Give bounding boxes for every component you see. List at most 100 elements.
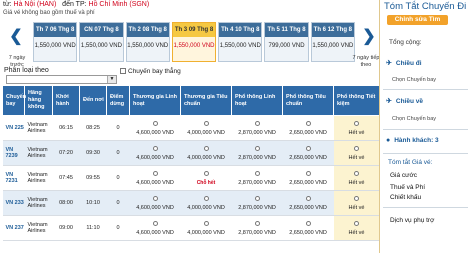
fare-price: 2,650,000 VND <box>289 154 327 161</box>
fare-cell[interactable]: 2,650,000 VND <box>282 115 334 141</box>
fare-cell[interactable]: 4,600,000 VND <box>129 115 181 141</box>
flight-results-panel: từ: Hà Nội (HAN) đến TP: Hồ Chí Minh (SG… <box>0 0 380 253</box>
date-card[interactable]: Th 4 10 Thg 8 1,550,000 VND <box>218 22 263 62</box>
fare-cell[interactable]: Chỗ hết <box>180 165 232 191</box>
fare-radio[interactable] <box>305 220 311 226</box>
fare-cell[interactable]: 2,870,000 VND <box>231 115 283 141</box>
fare-cell[interactable]: 4,600,000 VND <box>129 140 181 166</box>
column-header: Hãng hàng không <box>24 85 53 116</box>
fare-radio[interactable] <box>305 120 311 126</box>
return-section: ✈ Chiều về <box>386 97 423 105</box>
fare-cell[interactable]: 2,870,000 VND <box>231 190 283 216</box>
direct-flight-checkbox[interactable]: Chuyến bay thẳng <box>120 68 181 75</box>
fare-cell[interactable]: 4,600,000 VND <box>129 190 181 216</box>
fare-radio[interactable] <box>305 170 311 176</box>
airline-name: Vietnam Airlines <box>24 165 53 191</box>
fare-radio[interactable] <box>152 145 158 151</box>
fare-cell[interactable]: 2,650,000 VND <box>282 140 334 166</box>
fare-price: 2,650,000 VND <box>289 179 327 186</box>
date-card[interactable]: CN 07 Thg 8 1,550,000 VND <box>79 22 124 62</box>
fare-price: 4,000,000 VND <box>187 129 225 136</box>
fare-radio[interactable] <box>203 195 209 201</box>
fare-cell[interactable]: Hết vé <box>333 165 380 191</box>
fare-cell[interactable]: 4,600,000 VND <box>129 215 181 241</box>
fare-radio[interactable] <box>305 195 311 201</box>
passengers-count: Hành khách: 3 <box>394 137 439 144</box>
fare-radio[interactable] <box>254 145 260 151</box>
fare-cell[interactable]: 2,870,000 VND <box>231 165 283 191</box>
fare-cell[interactable]: 4,600,000 VND <box>129 165 181 191</box>
date-price: 1,550,000 VND <box>127 43 169 49</box>
fare-cell[interactable]: 4,000,000 VND <box>180 190 232 216</box>
fare-radio[interactable] <box>354 145 359 151</box>
fare-radio[interactable] <box>254 120 260 126</box>
fare-price: 2,870,000 VND <box>238 129 276 136</box>
divider <box>383 129 468 130</box>
arrival-time: 08:25 <box>79 115 107 141</box>
route-info: từ: Hà Nội (HAN) đến TP: Hồ Chí Minh (SG… <box>3 1 149 8</box>
fare-price: 4,000,000 VND <box>187 154 225 161</box>
fare-radio[interactable] <box>305 145 311 151</box>
date-card[interactable]: Th 3 09 Thg 8 1,550,000 VND <box>171 22 217 62</box>
fare-cell[interactable]: Hết vé <box>333 215 380 241</box>
fare-radio[interactable] <box>354 170 359 176</box>
flight-number: VN 7231 <box>2 165 25 191</box>
fare-radio[interactable] <box>254 170 260 176</box>
date-price: 1,550,000 VND <box>173 43 215 49</box>
fare-cell[interactable]: 2,870,000 VND <box>231 140 283 166</box>
airline-name: Vietnam Airlines <box>24 190 53 216</box>
edit-search-button[interactable]: Chỉnh sửa Tìm kiếm <box>387 15 448 33</box>
fare-radio[interactable] <box>152 120 158 126</box>
fare-price: 2,650,000 VND <box>289 204 327 211</box>
date-label: Th 4 10 Thg 8 <box>219 23 262 37</box>
stops-count: 0 <box>106 115 130 141</box>
fare-cell[interactable]: 4,000,000 VND <box>180 115 232 141</box>
fare-radio[interactable] <box>203 220 209 226</box>
fare-radio[interactable] <box>203 120 209 126</box>
fare-price: Hết vé <box>348 204 365 211</box>
column-header: Phổ thông Linh hoạt <box>231 85 283 116</box>
fare-price: Hết vé <box>348 229 365 236</box>
fare-radio[interactable] <box>152 195 158 201</box>
fare-price: 4,000,000 VND <box>187 204 225 211</box>
next-week-arrow-icon[interactable]: ❯ <box>358 26 380 48</box>
fare-radio[interactable] <box>254 195 260 201</box>
price-item: Giá cước <box>390 172 418 179</box>
date-card[interactable]: Th 2 08 Thg 8 1,550,000 VND <box>125 22 170 62</box>
fare-cell[interactable]: 2,650,000 VND <box>282 165 334 191</box>
airplane-icon: ✈ <box>386 98 392 105</box>
fare-cell[interactable]: 2,650,000 VND <box>282 215 334 241</box>
fare-cell[interactable]: Hết vé <box>333 190 380 216</box>
fare-radio[interactable] <box>354 195 359 201</box>
fare-radio[interactable] <box>254 220 260 226</box>
fare-radio[interactable] <box>354 220 359 226</box>
sort-label: Phân loại theo <box>4 67 49 74</box>
fare-cell[interactable]: 2,650,000 VND <box>282 190 334 216</box>
fare-radio[interactable] <box>203 145 209 151</box>
prev-week-arrow-icon[interactable]: ❮ <box>5 26 27 48</box>
chevron-down-icon[interactable]: ▼ <box>107 76 116 83</box>
fare-cell[interactable]: Hết vé <box>333 140 380 166</box>
fare-radio[interactable] <box>152 170 158 176</box>
date-card[interactable]: Th 5 11 Thg 8 799,000 VND <box>264 22 309 62</box>
fare-price: 4,600,000 VND <box>136 154 174 161</box>
fare-price: Hết vé <box>348 154 365 161</box>
direct-flight-label: Chuyến bay thẳng <box>128 68 181 75</box>
fare-radio[interactable] <box>152 220 158 226</box>
date-card[interactable]: Th 7 06 Thg 8 1,550,000 VND <box>33 22 78 62</box>
checkbox-box[interactable] <box>120 68 126 74</box>
fare-cell[interactable]: 4,000,000 VND <box>180 140 232 166</box>
date-card[interactable]: Th 6 12 Thg 8 1,550,000 VND <box>310 22 355 62</box>
date-price: 1,550,000 VND <box>312 43 354 49</box>
price-item: Dịch vụ phụ trợ <box>390 217 435 224</box>
fare-radio[interactable] <box>354 120 359 126</box>
fare-radio[interactable] <box>203 170 209 176</box>
stops-count: 0 <box>106 215 130 241</box>
fare-cell[interactable]: 2,870,000 VND <box>231 215 283 241</box>
fare-cell[interactable]: 4,000,000 VND <box>180 215 232 241</box>
sort-select[interactable]: ▼ <box>6 75 117 84</box>
arrival-time: 11:10 <box>79 215 107 241</box>
fare-cell[interactable]: Hết vé <box>333 115 380 141</box>
filter-bar: Phân loại theo ▼ Chuyến bay thẳng <box>3 66 379 84</box>
airline-name: Vietnam Airlines <box>24 115 53 141</box>
